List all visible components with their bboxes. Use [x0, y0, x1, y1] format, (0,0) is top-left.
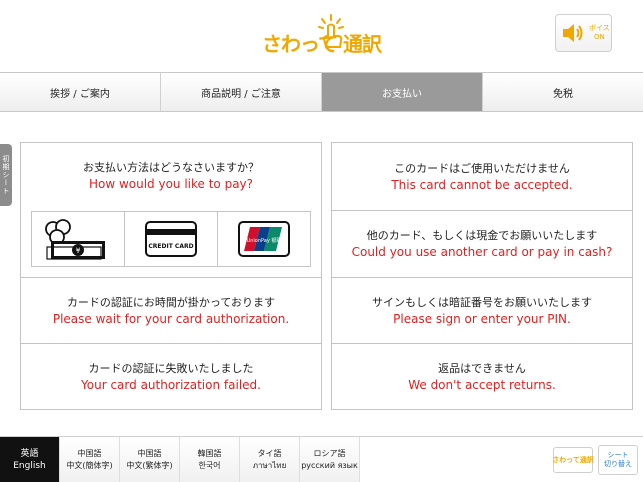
- app-logo: さわって 通訳: [262, 10, 382, 60]
- language-name-jp: タイ語: [257, 449, 282, 458]
- phrase-jp: 他のカード、もしくは現金でお願いいたします: [366, 229, 598, 242]
- language-chinese-simplified[interactable]: 中国語 中文(簡体字): [60, 437, 120, 482]
- phrase-jp: お支払い方法はどうなさいますか？: [83, 161, 259, 174]
- left-phrase-panel: お支払い方法はどうなさいますか？ How would you like to p…: [20, 142, 322, 410]
- credit-card-label: CREDIT CARD: [148, 243, 193, 250]
- voice-toggle-label: ボイス ON: [589, 24, 610, 41]
- app-header: さわって 通訳 ボイス ON: [0, 0, 643, 70]
- language-english[interactable]: 英語 English: [0, 437, 60, 482]
- tab-product-info[interactable]: 商品説明 / ご注意: [161, 73, 322, 111]
- tab-greetings[interactable]: 挨拶 / ご案内: [0, 73, 161, 111]
- speaker-icon: [563, 24, 583, 42]
- pay-option-cash[interactable]: ¥: [32, 212, 125, 266]
- phrase-auth-failed[interactable]: カードの認証に失敗いたしました Your card authorization …: [21, 344, 321, 410]
- phrase-en: This card cannot be accepted.: [391, 177, 573, 192]
- phrase-no-returns[interactable]: 返品はできません We don't accept returns.: [332, 344, 632, 410]
- language-name-jp: ロシア語: [313, 449, 346, 458]
- phrase-en: How would you like to pay?: [88, 177, 254, 191]
- phrase-en: Please sign or enter your PIN.: [393, 311, 571, 326]
- phrase-jp: カードの認証に失敗いたしました: [88, 362, 254, 375]
- language-name-native: ภาษาไทย: [252, 461, 287, 470]
- language-name-jp: 中国語: [137, 449, 162, 458]
- tab-payment[interactable]: お支払い: [322, 73, 483, 111]
- phrase-en: We don't accept returns.: [408, 378, 556, 392]
- phrase-payment-method[interactable]: お支払い方法はどうなさいますか？ How would you like to p…: [21, 143, 321, 278]
- right-phrase-panel: このカードはご使用いただけません This card cannot be acc…: [331, 142, 633, 410]
- logo-text: さわって 通訳: [262, 32, 382, 56]
- switch-sheet-button[interactable]: シート 切り替え: [598, 445, 638, 475]
- language-name-native: English: [13, 461, 46, 471]
- language-russian[interactable]: ロシア語 русский язык: [300, 437, 360, 482]
- language-chinese-traditional[interactable]: 中国語 中文(繁体字): [120, 437, 180, 482]
- language-selector: 英語 English 中国語 中文(簡体字) 中国語 中文(繁体字) 韓国語 한…: [0, 437, 360, 482]
- unionpay-label: UnionPay 银联: [247, 237, 282, 244]
- language-name-jp: 韓国語: [197, 449, 222, 458]
- language-name-native: 中文(簡体字): [66, 461, 113, 470]
- language-korean[interactable]: 韓国語 한국어: [180, 437, 240, 482]
- language-name-native: русский язык: [301, 461, 358, 470]
- pay-option-unionpay[interactable]: UnionPay 银联: [218, 212, 310, 266]
- app-logo-small[interactable]: さわって通訳: [552, 447, 594, 473]
- phrase-jp: サインもしくは暗証番号をお願いいたします: [372, 295, 592, 309]
- language-name-jp: 中国語: [77, 449, 102, 458]
- phrase-en: Please wait for your card authorization.: [52, 311, 290, 326]
- phrase-en: Could you use another card or pay in cas…: [351, 245, 613, 259]
- language-name-native: 한국어: [198, 461, 221, 470]
- phrase-sign-or-pin[interactable]: サインもしくは暗証番号をお願いいたします Please sign or ente…: [332, 278, 632, 344]
- language-name-jp: 英語: [20, 449, 39, 459]
- phrase-jp: カードの認証にお時間が掛かっております: [66, 295, 276, 309]
- phrase-jp: このカードはご使用いただけません: [394, 161, 570, 175]
- unionpay-icon: UnionPay 银联: [238, 221, 290, 257]
- language-name-native: 中文(繁体字): [126, 461, 173, 470]
- category-tabs: 挨拶 / ご案内 商品説明 / ご注意 お支払い 免税: [0, 72, 643, 112]
- tab-tax-free[interactable]: 免税: [483, 73, 643, 111]
- phrase-card-not-accepted[interactable]: このカードはご使用いただけません This card cannot be acc…: [332, 143, 632, 211]
- pay-option-credit-card[interactable]: CREDIT CARD: [125, 212, 218, 266]
- language-thai[interactable]: タイ語 ภาษาไทย: [240, 437, 300, 482]
- bottom-bar: 英語 English 中国語 中文(簡体字) 中国語 中文(繁体字) 韓国語 한…: [0, 436, 643, 482]
- phrase-another-card[interactable]: 他のカード、もしくは現金でお願いいたします Could you use anot…: [332, 211, 632, 278]
- cash-icon: ¥: [45, 219, 105, 260]
- phrase-en: Your card authorization failed.: [81, 378, 261, 392]
- initial-sheet-side-tab[interactable]: 初期シート: [0, 144, 12, 206]
- payment-options-row: ¥ CREDIT CARD UnionPay 银联: [31, 211, 311, 267]
- voice-toggle-button[interactable]: ボイス ON: [555, 14, 612, 52]
- phrase-auth-wait[interactable]: カードの認証にお時間が掛かっております Please wait for your…: [21, 278, 321, 344]
- phrase-jp: 返品はできません: [438, 362, 526, 375]
- credit-card-icon: CREDIT CARD: [145, 221, 197, 257]
